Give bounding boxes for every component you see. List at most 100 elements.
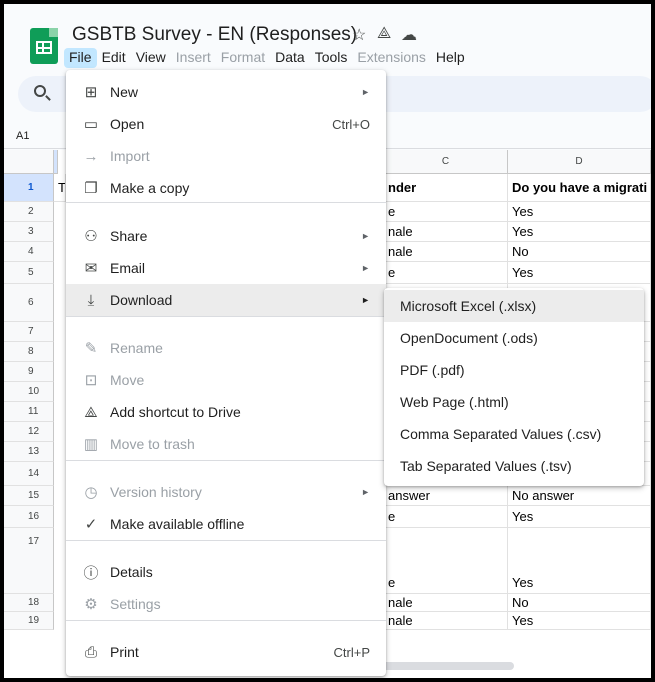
- menu-item-details[interactable]: ⓘ Details: [66, 556, 386, 588]
- menu-item-add-shortcut-to-drive[interactable]: ⟁ Add shortcut to Drive: [66, 396, 386, 428]
- row-header[interactable]: 12: [4, 422, 54, 442]
- add-to-drive-icon[interactable]: ⟁: [377, 25, 391, 43]
- menu-item-print[interactable]: ⎙ Print Ctrl+P: [66, 636, 386, 668]
- name-box[interactable]: A1: [16, 130, 29, 142]
- download-option-comma-separated-values-csv[interactable]: Comma Separated Values (.csv): [384, 418, 644, 450]
- search-menus-icon[interactable]: [34, 85, 46, 97]
- menu-item-label: Make available offline: [110, 516, 245, 532]
- menu-file[interactable]: File: [64, 48, 97, 68]
- submenu-arrow-icon: ►: [361, 295, 370, 305]
- row-header[interactable]: 19: [4, 612, 54, 630]
- menu-item-shortcut: Ctrl+O: [332, 116, 370, 132]
- cell-c[interactable]: e: [384, 262, 508, 284]
- rename-pencil-icon: ✎: [84, 340, 98, 357]
- menu-edit[interactable]: Edit: [97, 48, 131, 68]
- cell-d[interactable]: Yes: [508, 202, 651, 222]
- menu-item-import[interactable]: → Import: [66, 140, 386, 172]
- cell-c[interactable]: answer: [384, 486, 508, 506]
- cloud-status-icon[interactable]: ☁: [401, 25, 417, 45]
- cell-d[interactable]: Yes: [508, 506, 651, 528]
- menu-item-label: New: [110, 84, 139, 100]
- cell-d[interactable]: Do you have a migrati: [508, 174, 651, 202]
- row-header[interactable]: 16: [4, 506, 54, 528]
- cell-c[interactable]: nale: [384, 242, 508, 262]
- download-option-web-page-html[interactable]: Web Page (.html): [384, 386, 644, 418]
- cell-c[interactable]: nale: [384, 222, 508, 242]
- drive-shortcut-icon: ⟁: [84, 403, 98, 421]
- row-header[interactable]: 4: [4, 242, 54, 262]
- cell-c[interactable]: nale: [384, 594, 508, 612]
- offline-check-icon: ✓: [84, 516, 98, 533]
- column-header-c[interactable]: C: [384, 150, 508, 174]
- row-header[interactable]: 1: [4, 174, 54, 202]
- row-header[interactable]: 13: [4, 442, 54, 462]
- menu-item-label: Open: [110, 116, 145, 132]
- cell-d[interactable]: Yes: [508, 222, 651, 242]
- cell-c[interactable]: nder: [384, 174, 508, 202]
- menu-insert[interactable]: Insert: [171, 48, 216, 68]
- cell-d[interactable]: No: [508, 594, 651, 612]
- menu-item-move[interactable]: ⊡ Move: [66, 364, 386, 396]
- menu-data[interactable]: Data: [270, 48, 310, 68]
- download-option-tab-separated-values-tsv[interactable]: Tab Separated Values (.tsv): [384, 450, 644, 482]
- menu-item-settings[interactable]: ⚙ Settings: [66, 588, 386, 620]
- cell-d[interactable]: No: [508, 242, 651, 262]
- import-icon: →: [83, 147, 99, 165]
- sheets-logo-icon[interactable]: [30, 28, 58, 64]
- menu-item-label: Email: [110, 260, 146, 276]
- row-header[interactable]: 5: [4, 262, 54, 284]
- menu-item-rename[interactable]: ✎ Rename: [66, 332, 386, 364]
- row-header[interactable]: 17: [4, 528, 54, 594]
- cell-d[interactable]: Yes: [508, 612, 651, 630]
- star-icon[interactable]: ☆: [352, 25, 366, 45]
- column-header-d[interactable]: D: [508, 150, 651, 174]
- row-header[interactable]: 6: [4, 284, 54, 322]
- cell-c[interactable]: e: [384, 202, 508, 222]
- menu-item-download[interactable]: ⤓ Download ►: [66, 284, 386, 316]
- row-header[interactable]: 8: [4, 342, 54, 362]
- menu-item-label: Share: [110, 228, 148, 244]
- menu-separator: [66, 620, 386, 621]
- menu-item-label: Import: [110, 148, 150, 164]
- menu-tools[interactable]: Tools: [310, 48, 353, 68]
- row-header[interactable]: 3: [4, 222, 54, 242]
- menu-item-label: Move to trash: [110, 436, 195, 452]
- row-header[interactable]: 11: [4, 402, 54, 422]
- cell-c[interactable]: e: [384, 506, 508, 528]
- menu-view[interactable]: View: [131, 48, 171, 68]
- submenu-arrow-icon: ►: [361, 87, 370, 97]
- history-icon: ◷: [84, 484, 98, 501]
- row-header[interactable]: 18: [4, 594, 54, 612]
- cell-c[interactable]: nale: [384, 612, 508, 630]
- menu-help[interactable]: Help: [431, 48, 470, 68]
- row-header[interactable]: 15: [4, 486, 54, 506]
- row-header[interactable]: 14: [4, 462, 54, 486]
- download-option-microsoft-excel-xlsx[interactable]: Microsoft Excel (.xlsx): [384, 290, 644, 322]
- submenu-arrow-icon: ►: [361, 231, 370, 241]
- row-header[interactable]: 9: [4, 362, 54, 382]
- download-option-opendocument-ods[interactable]: OpenDocument (.ods): [384, 322, 644, 354]
- cell-a[interactable]: T: [54, 174, 66, 202]
- menu-extensions[interactable]: Extensions: [352, 48, 430, 68]
- file-menu: ⊞ New ► ▭ Open Ctrl+O → Import ❐ Make a copy ⚇ Shar…: [66, 70, 386, 676]
- cell-d[interactable]: Yes: [508, 262, 651, 284]
- column-header-selected[interactable]: [54, 150, 58, 174]
- row-header[interactable]: 2: [4, 202, 54, 222]
- cell-d[interactable]: Yes: [508, 528, 651, 594]
- row-header[interactable]: 10: [4, 382, 54, 402]
- menu-item-make-available-offline[interactable]: ✓ Make available offline: [66, 508, 386, 540]
- cell-d[interactable]: No answer: [508, 486, 651, 506]
- cell-c[interactable]: e: [384, 528, 508, 594]
- select-all-corner[interactable]: [4, 150, 54, 174]
- menu-item-share[interactable]: ⚇ Share ►: [66, 220, 386, 252]
- menu-item-move-to-trash[interactable]: ▥ Move to trash: [66, 428, 386, 460]
- download-option-pdf-pdf[interactable]: PDF (.pdf): [384, 354, 644, 386]
- menu-item-email[interactable]: ✉ Email ►: [66, 252, 386, 284]
- document-title[interactable]: GSBTB Survey - EN (Responses): [72, 24, 357, 46]
- row-header[interactable]: 7: [4, 322, 54, 342]
- menu-format[interactable]: Format: [216, 48, 270, 68]
- menu-item-make-a-copy[interactable]: ❐ Make a copy: [66, 172, 386, 204]
- menu-item-open[interactable]: ▭ Open Ctrl+O: [66, 108, 386, 140]
- menu-item-new[interactable]: ⊞ New ►: [66, 76, 386, 108]
- menu-item-version-history[interactable]: ◷ Version history ►: [66, 476, 386, 508]
